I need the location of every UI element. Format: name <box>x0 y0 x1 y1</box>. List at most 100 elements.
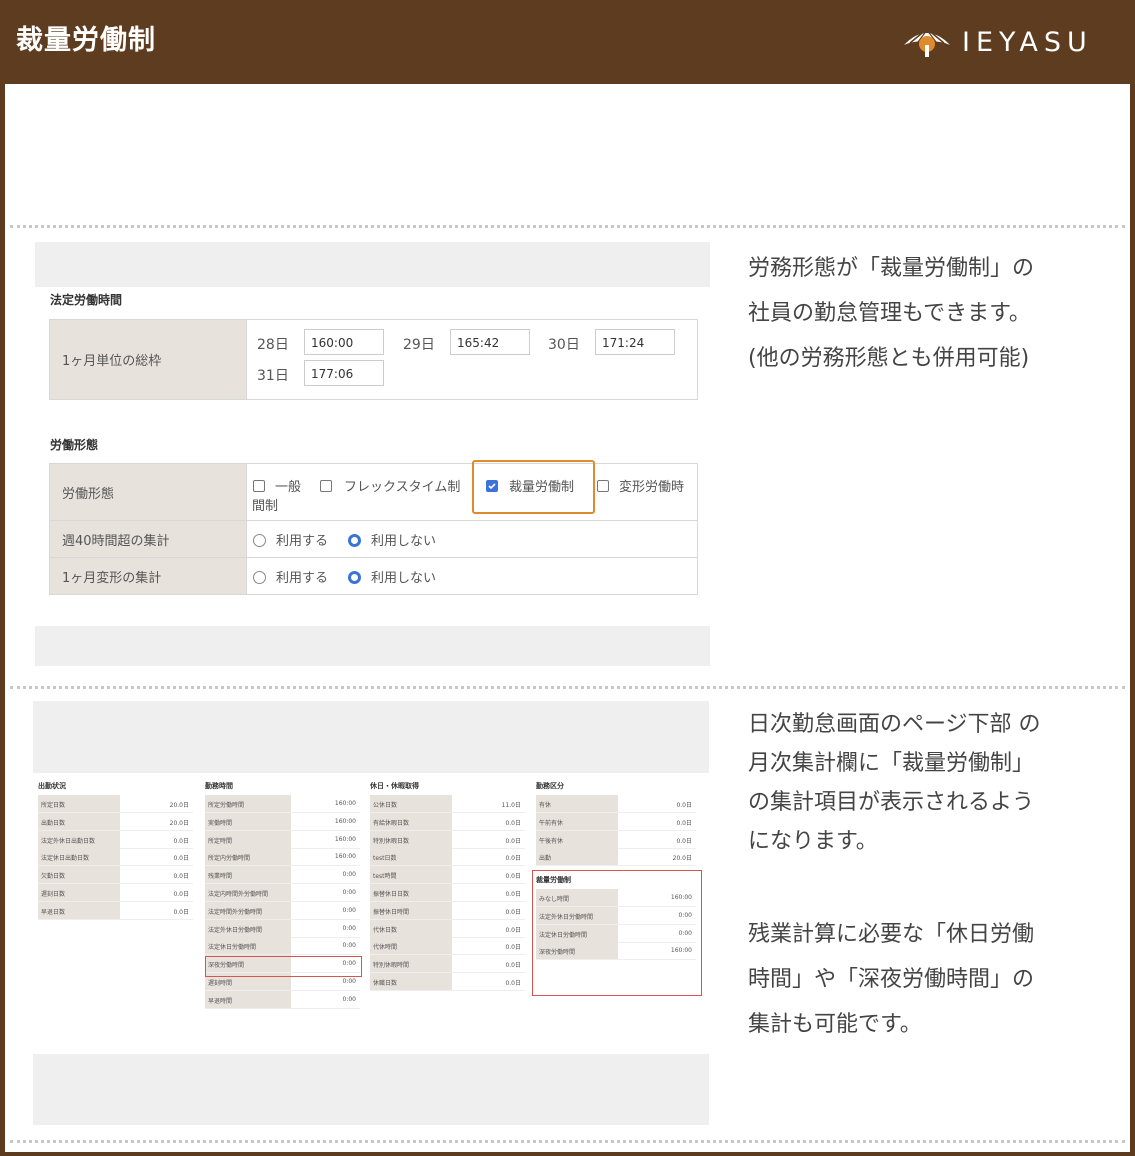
description-line: 日次勤怠画面のページ下部 の <box>748 712 1041 737</box>
day-label: 31日 <box>257 368 289 384</box>
work-style-label: 労働形態 <box>49 463 247 521</box>
screenshot-bottom-bar <box>35 626 710 666</box>
summary-row: 代休時間 0.0日 <box>370 937 525 956</box>
weekly40-nouse-label: 利用しない <box>371 534 437 549</box>
statutory-heading: 法定労働時間 <box>50 293 123 307</box>
summary-row: 欠勤日数 0.0日 <box>38 866 193 885</box>
summary-row-label-cell: 法定内時間外労働時間 <box>205 884 291 902</box>
dotted-divider <box>10 686 1125 689</box>
summary-row-label: 有給休暇日数 <box>373 819 410 827</box>
summary-row-label: 早退時間 <box>208 997 233 1005</box>
summary-row: 振替休日時間 0.0日 <box>370 901 525 920</box>
summary-row-label: 法定外休日労働時間 <box>208 926 263 934</box>
summary-row-label-cell: 特別休暇日数 <box>370 830 452 849</box>
radio-monthly-use[interactable] <box>253 571 266 584</box>
summary-row-value: 0:00 <box>342 924 356 932</box>
monthly-var-options: 利用する 利用しない <box>246 557 698 595</box>
summary-row-value: 0.0日 <box>505 873 521 881</box>
header-bar: 裁量労働制 IEYASU <box>0 0 1135 84</box>
option-variable-label: 変形労働時 <box>619 480 685 495</box>
summary-row: 早退時間 0:00 <box>205 990 360 1009</box>
summary-row-divider <box>370 990 525 991</box>
day-label: 30日 <box>548 337 580 353</box>
option-general-wrap: 間制 <box>252 499 279 514</box>
work-style-table: 労働形態 一般 間制 フレックスタイム制 裁量労働制 変形労働時 週40時間超の… <box>49 463 698 595</box>
summary-row-label: 所定日数 <box>41 802 66 809</box>
discretionary-highlight <box>472 460 595 514</box>
day-label: 29日 <box>403 337 435 353</box>
day-label: 28日 <box>257 337 289 353</box>
summary-row-label-cell: 実働時間 <box>205 812 291 831</box>
summary-row: test日数 0.0日 <box>370 848 525 867</box>
summary-row-label-cell: test日数 <box>370 848 452 867</box>
summary-row-value: 0:00 <box>342 889 356 896</box>
summary-row-label: 法定休日出勤日数 <box>41 855 90 863</box>
summary-row-label-cell: 特別休暇時間 <box>370 955 452 974</box>
summary-row-label-cell: test時間 <box>370 866 452 885</box>
summary-row-label: 法定休日労働時間 <box>208 944 257 952</box>
summary-row: 特別休暇日数 0.0日 <box>370 830 525 849</box>
summary-row-label-cell: 休職日数 <box>370 973 452 991</box>
summary-row: 遅刻日数 0.0日 <box>38 884 193 902</box>
summary-row-value: 20.0日 <box>672 855 692 863</box>
summary-row-label: 所定時間 <box>208 837 233 845</box>
screenshot-top-bar <box>35 242 710 287</box>
hours-29-input[interactable]: 165:42 <box>450 329 530 355</box>
summary-row-value: 0.0日 <box>505 837 521 845</box>
summary-row-value: 0.0日 <box>505 944 521 952</box>
summary-row-label-cell: 午前有休 <box>536 812 618 831</box>
summary-row-label: 午前有休 <box>539 819 564 827</box>
weekly40-label: 週40時間超の集計 <box>49 520 247 558</box>
summary-row-label-cell: 法定外休日労働時間 <box>205 919 291 938</box>
page-title: 裁量労働制 <box>16 25 156 56</box>
summary-row-label: 欠勤日数 <box>41 873 66 881</box>
summary-row-label-cell: 振替休日時間 <box>370 901 452 920</box>
summary-row-value: 160:00 <box>334 800 356 807</box>
summary-row-value: 160:00 <box>334 853 356 861</box>
summary-row: 所定労働時間 160:00 <box>205 795 360 813</box>
summary-row: 代休日数 0.0日 <box>370 919 525 938</box>
monthly-var-label: 1ヶ月変形の集計 <box>49 557 247 595</box>
summary-row: 残業時間 0:00 <box>205 866 360 885</box>
checkbox-general[interactable] <box>253 480 265 492</box>
description-line: 社員の勤怠管理もできます。 <box>748 301 1031 326</box>
radio-weekly40-use[interactable] <box>253 534 266 547</box>
discretionary-summary-highlight <box>532 870 702 996</box>
summary-row-label: 特別休暇時間 <box>373 962 410 970</box>
summary-row-value: 0:00 <box>342 906 356 914</box>
screenshot-bottom-bar <box>33 1054 709 1125</box>
summary-row-label: 有休 <box>539 802 552 809</box>
summary-row-label: 実働時間 <box>208 819 233 827</box>
radio-weekly40-nouse[interactable] <box>348 534 361 547</box>
summary-row-label-cell: 所定日数 <box>38 795 120 813</box>
summary-row-value: 0.0日 <box>505 891 521 898</box>
weekly40-options: 利用する 利用しない <box>246 520 698 558</box>
work-hours-title: 勤務時間 <box>205 782 233 790</box>
summary-row: 出勤日数 20.0日 <box>38 812 193 831</box>
hours-30-input[interactable]: 171:24 <box>595 329 675 355</box>
summary-row-label: 遅刻日数 <box>41 891 66 898</box>
summary-row-label-cell: 出勤日数 <box>38 812 120 831</box>
summary-row-label-cell: 有給休暇日数 <box>370 812 452 831</box>
summary-row-label-cell: 所定内労働時間 <box>205 848 291 867</box>
summary-row-label-cell: 代休時間 <box>370 937 452 956</box>
description-3: 残業計算に必要な「休日労働 時間」や「深夜労働時間」の 集計も可能です。 <box>748 912 1034 1047</box>
ieyasu-logo: IEYASU <box>902 20 1093 64</box>
radio-monthly-nouse[interactable] <box>348 571 361 584</box>
description-line: の集計項目が表示されるよう <box>748 790 1035 815</box>
description-2: 日次勤怠画面のページ下部 の 月次集計欄に「裁量労働制」 の集計項目が表示される… <box>748 705 1041 861</box>
summary-row: 特別休暇時間 0.0日 <box>370 955 525 974</box>
work-style-heading: 労働形態 <box>50 438 99 452</box>
summary-row-label-cell: 公休日数 <box>370 795 452 813</box>
checkbox-variable[interactable] <box>597 480 609 492</box>
late-night-highlight <box>205 956 362 977</box>
description-line: 集計も可能です。 <box>748 1012 922 1037</box>
summary-row-value: 11.0日 <box>501 802 521 809</box>
summary-row-divider <box>38 918 193 920</box>
hours-28-input[interactable]: 160:00 <box>304 329 384 355</box>
option-general-label: 一般 <box>275 480 302 495</box>
checkbox-flex[interactable] <box>320 480 332 492</box>
hours-31-input[interactable]: 177:06 <box>304 360 384 386</box>
monthly-total-values: 28日 160:00 29日 165:42 30日 171:24 31日 177… <box>246 319 698 400</box>
summary-row-label-cell: 早退日数 <box>38 901 120 920</box>
